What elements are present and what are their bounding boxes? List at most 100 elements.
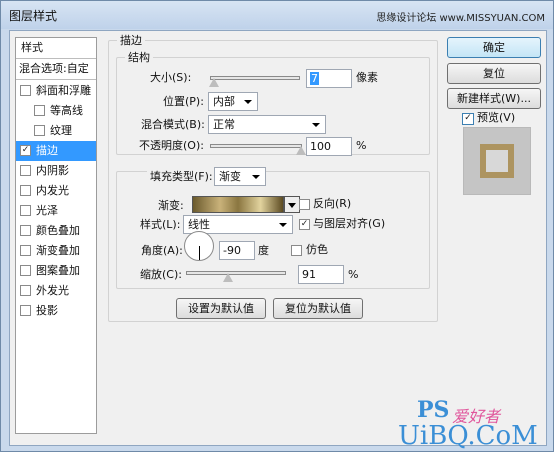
dialog-title: 图层样式 (9, 9, 58, 23)
style-item-pattern-overlay[interactable]: 图案叠加 (16, 261, 96, 281)
site-en-watermark: UiBQ.CoM (398, 421, 538, 451)
reverse-checkbox[interactable] (299, 199, 310, 210)
stroke-group-title: 描边 (120, 34, 142, 47)
angle-indicator (199, 246, 200, 260)
style-item-label: 等高线 (50, 104, 83, 117)
reverse-label: 反向(R) (313, 197, 352, 210)
size-slider[interactable] (208, 76, 300, 87)
align-layer-label: 与图层对齐(G) (313, 217, 386, 230)
style-preview-thumbnail (463, 127, 531, 195)
angle-input[interactable]: -90 (219, 241, 255, 260)
style-item-satin[interactable]: 光泽 (16, 201, 96, 221)
styles-header[interactable]: 样式 (16, 38, 96, 58)
style-item-inner-glow[interactable]: 内发光 (16, 181, 96, 201)
style-item-gradient-overlay[interactable]: 渐变叠加 (16, 241, 96, 261)
opacity-input[interactable]: 100 (306, 137, 352, 156)
style-checkbox[interactable] (34, 125, 45, 136)
blend-mode-value: 正常 (213, 118, 235, 131)
opacity-label: 不透明度(O): (139, 139, 204, 152)
angle-dial[interactable] (184, 231, 214, 261)
chevron-down-icon (288, 203, 296, 208)
blend-options-label: 混合选项:自定 (19, 62, 89, 75)
fill-type-dropdown[interactable]: 渐变 (214, 167, 266, 186)
preview-square (480, 144, 514, 178)
style-item-label: 渐变叠加 (36, 244, 80, 257)
style-item-label: 描边 (36, 144, 58, 157)
size-slider-thumb[interactable] (208, 78, 219, 87)
gradient-dropdown-button[interactable] (284, 196, 300, 213)
style-label: 样式(L): (140, 218, 181, 231)
size-input[interactable]: 7 (306, 69, 352, 88)
blend-options-item[interactable]: 混合选项:自定 (16, 59, 96, 79)
ps-logo-watermark: PS (417, 397, 450, 423)
chevron-down-icon (312, 123, 320, 127)
style-item-label: 内阴影 (36, 164, 69, 177)
style-item-label: 外发光 (36, 284, 69, 297)
fill-type-label: 填充类型(F): (147, 170, 216, 184)
style-item-color-overlay[interactable]: 颜色叠加 (16, 221, 96, 241)
style-item-label: 图案叠加 (36, 264, 80, 277)
new-style-button[interactable]: 新建样式(W)... (447, 88, 541, 109)
style-checkbox[interactable] (34, 105, 45, 116)
opacity-slider-thumb[interactable] (296, 146, 306, 155)
angle-unit: 度 (258, 244, 269, 257)
fill-type-value: 渐变 (219, 170, 241, 183)
style-item-stroke[interactable]: ✓ 描边 (16, 141, 96, 161)
chevron-down-icon (279, 223, 287, 227)
reset-default-button[interactable]: 复位为默认值 (273, 298, 363, 319)
style-checkbox[interactable] (20, 245, 31, 256)
reset-button[interactable]: 复位 (447, 63, 541, 84)
style-item-inner-shadow[interactable]: 内阴影 (16, 161, 96, 181)
scale-unit: % (348, 268, 359, 281)
blend-mode-dropdown[interactable]: 正常 (208, 115, 326, 134)
blend-mode-label: 混合模式(B): (141, 118, 205, 131)
style-item-label: 投影 (36, 304, 58, 317)
style-checkbox[interactable] (20, 165, 31, 176)
preview-label: 预览(V) (477, 111, 516, 124)
title-bar: 图层样式 思缘设计论坛 www.MISSYUAN.COM (1, 1, 553, 29)
style-checkbox[interactable] (20, 225, 31, 236)
gradient-swatch[interactable] (192, 196, 284, 213)
style-checkbox[interactable] (20, 185, 31, 196)
gradient-label: 渐变: (158, 199, 184, 212)
style-item-bevel[interactable]: 斜面和浮雕 (16, 81, 96, 101)
style-item-label: 纹理 (50, 124, 72, 137)
style-checkbox[interactable] (20, 85, 31, 96)
gradient-style-value: 线性 (188, 218, 210, 231)
style-checkbox[interactable] (20, 305, 31, 316)
position-value: 内部 (213, 95, 235, 108)
style-item-texture[interactable]: 纹理 (16, 121, 96, 141)
make-default-button[interactable]: 设置为默认值 (176, 298, 266, 319)
scale-input[interactable]: 91 (298, 265, 344, 284)
position-label: 位置(P): (163, 95, 204, 108)
style-checkbox[interactable] (20, 285, 31, 296)
opacity-unit: % (356, 139, 367, 152)
opacity-slider[interactable] (210, 144, 306, 155)
style-checkbox[interactable]: ✓ (20, 145, 31, 156)
styles-list: 样式 混合选项:自定 斜面和浮雕 等高线 纹理 ✓ 描边 内阴影 内发光 光泽 颜… (15, 37, 97, 434)
style-item-label: 光泽 (36, 204, 58, 217)
align-layer-checkbox[interactable]: ✓ (299, 219, 310, 230)
style-item-contour[interactable]: 等高线 (16, 101, 96, 121)
scale-value: 91 (302, 268, 316, 281)
ok-button[interactable]: 确定 (447, 37, 541, 58)
opacity-value: 100 (310, 140, 331, 153)
scale-label: 缩放(C): (140, 268, 182, 281)
style-checkbox[interactable] (20, 265, 31, 276)
style-item-drop-shadow[interactable]: 投影 (16, 301, 96, 321)
style-item-label: 内发光 (36, 184, 69, 197)
style-checkbox[interactable] (20, 205, 31, 216)
dither-label: 仿色 (306, 243, 328, 256)
divider (16, 79, 96, 80)
chevron-down-icon (244, 100, 252, 104)
size-label: 大小(S): (150, 71, 192, 84)
position-dropdown[interactable]: 内部 (208, 92, 258, 111)
preview-checkbox[interactable]: ✓ (462, 113, 474, 125)
style-item-outer-glow[interactable]: 外发光 (16, 281, 96, 301)
scale-slider[interactable] (186, 271, 286, 282)
size-value: 7 (310, 72, 319, 85)
styles-header-label: 样式 (21, 41, 43, 54)
scale-slider-thumb[interactable] (223, 273, 234, 282)
structure-group-title: 结构 (128, 51, 150, 64)
dither-checkbox[interactable] (291, 245, 302, 256)
